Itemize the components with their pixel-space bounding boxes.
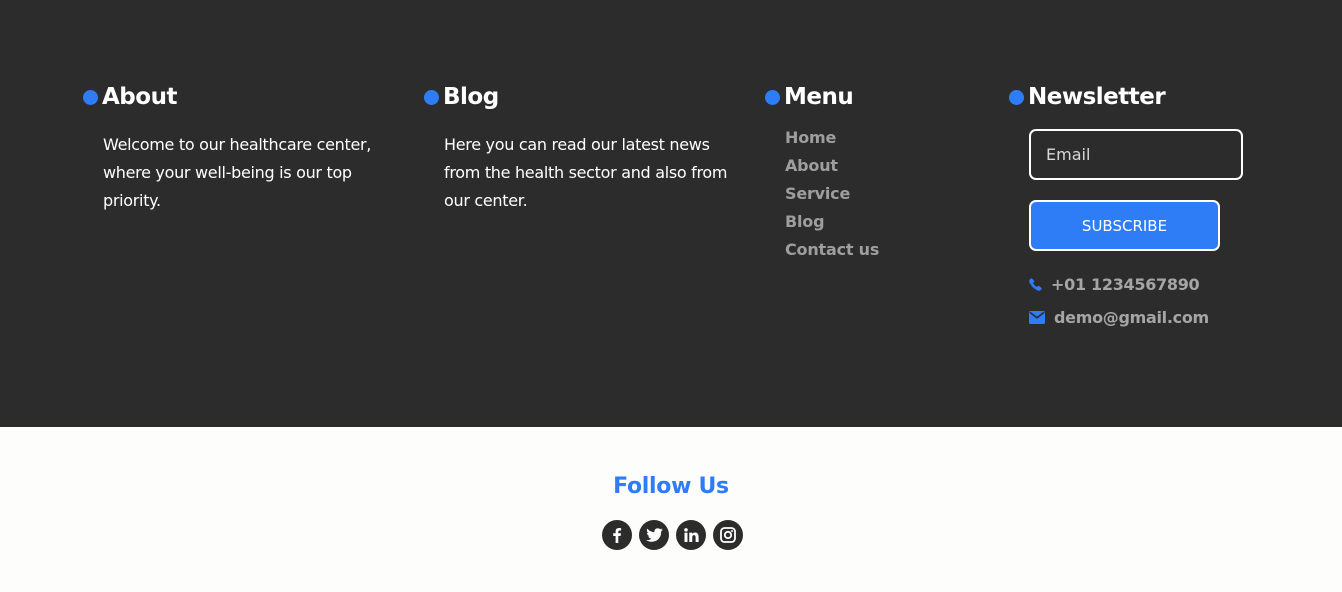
bullet-dot-icon — [1009, 89, 1024, 105]
phone-icon — [1029, 278, 1042, 291]
newsletter-heading: Newsletter — [1009, 82, 1289, 112]
menu-title: Menu — [784, 84, 854, 110]
newsletter-title: Newsletter — [1028, 84, 1166, 110]
menu-column: Menu Home About Service Blog Contact us — [765, 82, 985, 264]
blog-text: Here you can read our latest news from t… — [444, 135, 728, 210]
about-heading: About — [83, 82, 413, 112]
envelope-icon — [1029, 311, 1045, 324]
contact-phone: +01 1234567890 — [1029, 275, 1289, 294]
about-title: About — [102, 84, 177, 110]
follow-us-title: Follow Us — [613, 474, 729, 499]
bullet-dot-icon — [83, 89, 98, 105]
menu-item-blog[interactable]: Blog — [785, 208, 985, 236]
twitter-icon[interactable] — [639, 520, 669, 550]
linkedin-icon[interactable] — [676, 520, 706, 550]
menu-item-contact[interactable]: Contact us — [785, 236, 985, 264]
menu-item-home[interactable]: Home — [785, 124, 985, 152]
bullet-dot-icon — [424, 89, 439, 105]
email-address: demo@gmail.com — [1054, 308, 1209, 327]
menu-list: Home About Service Blog Contact us — [785, 124, 985, 264]
blog-title: Blog — [443, 84, 499, 110]
newsletter-column: Newsletter SUBSCRIBE +01 1234567890 demo… — [1009, 82, 1289, 327]
phone-number: +01 1234567890 — [1051, 275, 1200, 294]
instagram-icon[interactable] — [713, 520, 743, 550]
menu-item-service[interactable]: Service — [785, 180, 985, 208]
menu-item-about[interactable]: About — [785, 152, 985, 180]
about-text: Welcome to our healthcare center, where … — [103, 135, 372, 210]
email-input[interactable] — [1029, 129, 1243, 180]
menu-heading: Menu — [765, 82, 985, 112]
about-column: About Welcome to our healthcare center, … — [83, 82, 413, 215]
blog-heading: Blog — [424, 82, 744, 112]
subscribe-button[interactable]: SUBSCRIBE — [1029, 200, 1220, 251]
contact-email: demo@gmail.com — [1029, 308, 1289, 327]
footer-bottom: Follow Us — [0, 427, 1342, 592]
bullet-dot-icon — [765, 89, 780, 105]
blog-column: Blog Here you can read our latest news f… — [424, 82, 744, 215]
social-icons — [602, 520, 743, 550]
footer-top: About Welcome to our healthcare center, … — [0, 0, 1342, 427]
facebook-icon[interactable] — [602, 520, 632, 550]
